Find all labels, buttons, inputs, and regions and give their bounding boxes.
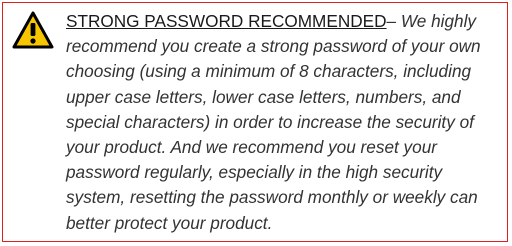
notice-title: STRONG PASSWORD RECOMMENDED bbox=[66, 11, 387, 31]
warning-triangle-icon bbox=[12, 11, 54, 49]
notice-paragraph: STRONG PASSWORD RECOMMENDED– We highly r… bbox=[66, 9, 506, 236]
notice-dash: – bbox=[386, 11, 401, 31]
password-notice-box: STRONG PASSWORD RECOMMENDED– We highly r… bbox=[2, 2, 508, 242]
notice-body: We highly recommend you create a strong … bbox=[66, 11, 481, 233]
